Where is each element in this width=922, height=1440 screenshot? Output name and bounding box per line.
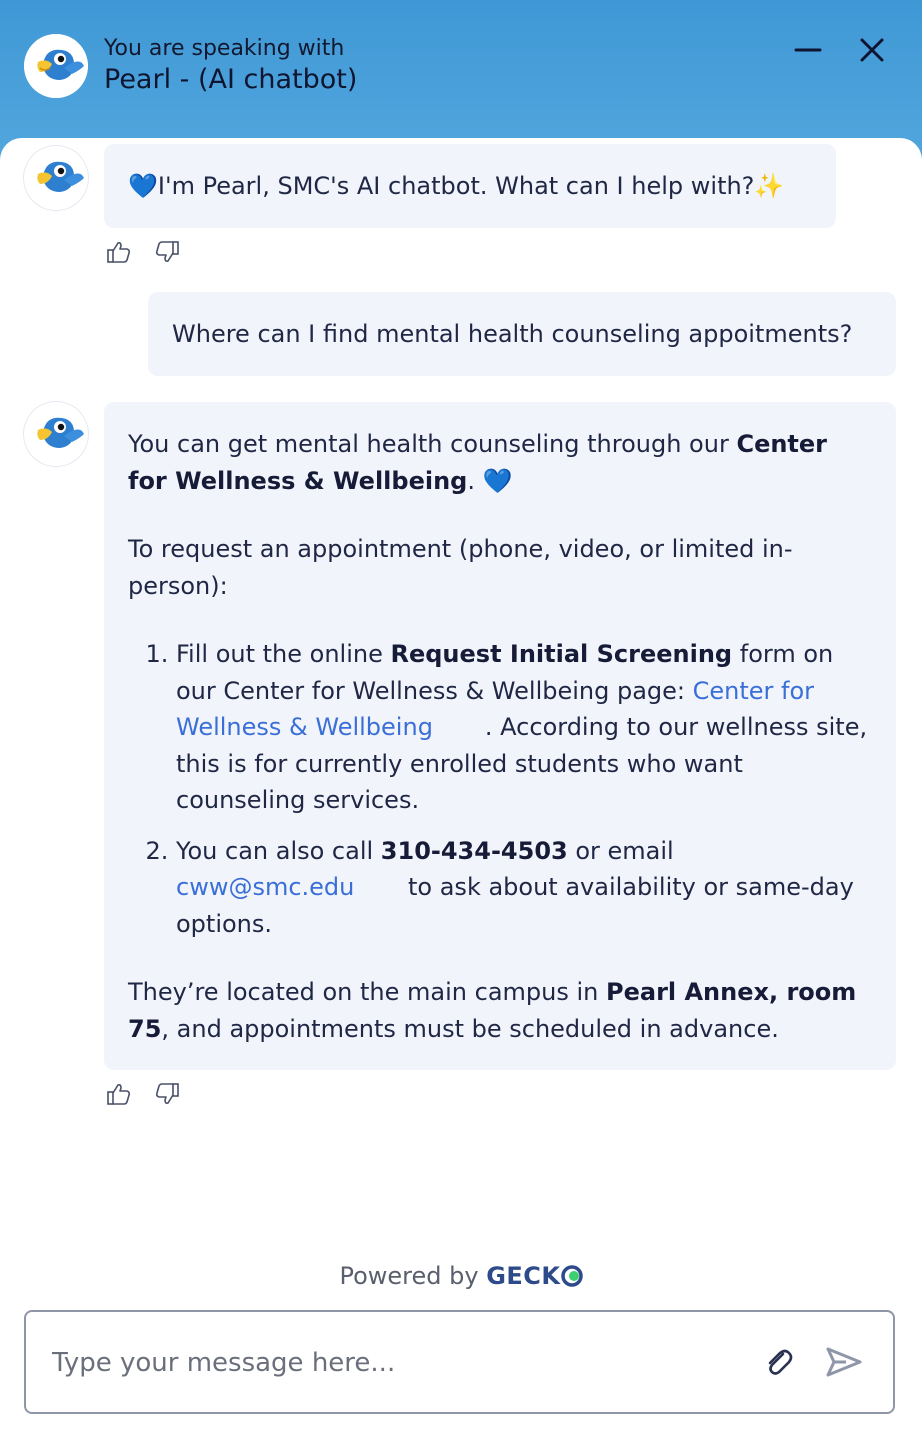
bot-message: 💙 I'm Pearl, SMC's AI chatbot. What can … <box>104 144 836 228</box>
chat-transcript: 💙 I'm Pearl, SMC's AI chatbot. What can … <box>0 138 922 1440</box>
thumbs-down-icon <box>155 1083 179 1104</box>
bot-message: You can get mental health counseling thr… <box>104 402 896 1070</box>
sparkles-emoji: ✨ <box>754 172 785 200</box>
paperclip-icon <box>768 1349 793 1375</box>
thumbs-up-button[interactable] <box>106 239 132 265</box>
user-message-text: Where can I find mental health counselin… <box>172 320 853 348</box>
thumbs-down-button[interactable] <box>154 239 180 265</box>
message-feedback <box>106 1081 180 1109</box>
close-button[interactable] <box>852 30 892 70</box>
powered-by: Powered by GECK <box>0 1262 922 1290</box>
bold-text: Request Initial Screening <box>390 640 733 668</box>
thumbs-down-icon <box>155 241 179 262</box>
text-run: You can get mental health counseling thr… <box>128 430 737 458</box>
user-message: Where can I find mental health counselin… <box>148 292 896 376</box>
text-run: . <box>467 466 483 495</box>
text-run: You can also call <box>176 836 381 865</box>
bot-avatar <box>24 402 88 466</box>
send-button[interactable] <box>824 1342 864 1382</box>
parrot-mascot-icon <box>24 34 88 98</box>
blue-heart-emoji: 💙 <box>128 172 158 200</box>
message-paragraph: To request an appointment (phone, video,… <box>128 535 793 600</box>
text-run: Fill out the online <box>176 640 391 668</box>
thumbs-down-button[interactable] <box>154 1081 180 1107</box>
bot-message-text: I'm Pearl, SMC's AI chatbot. What can I … <box>157 172 755 200</box>
text-run: , and appointments must be scheduled in … <box>161 1014 779 1043</box>
list-item: Fill out the online Request Initial Scre… <box>176 636 872 819</box>
minimize-icon <box>794 48 822 52</box>
powered-by-label: Powered by <box>339 1262 487 1290</box>
message-input[interactable] <box>50 1336 714 1390</box>
steps-list: Fill out the online Request Initial Scre… <box>128 636 872 942</box>
bot-avatar <box>24 146 88 210</box>
gecko-brand-text: GECK <box>486 1262 561 1290</box>
parrot-mascot-icon <box>37 417 84 448</box>
message-feedback <box>106 239 180 267</box>
text-run: They’re located on the main campus in <box>128 978 606 1006</box>
pearl-avatar <box>24 34 88 98</box>
thumbs-up-icon <box>107 242 131 263</box>
agent-name: Pearl - (AI chatbot) <box>104 64 358 95</box>
minimize-button[interactable] <box>788 30 828 70</box>
message-composer <box>24 1310 895 1414</box>
thumbs-up-button[interactable] <box>106 1081 132 1107</box>
chat-header: You are speaking with Pearl - (AI chatbo… <box>0 0 922 160</box>
speaking-with-label: You are speaking with <box>104 36 345 61</box>
text-run: or email <box>567 836 682 865</box>
parrot-mascot-icon <box>37 161 84 192</box>
attach-file-button[interactable] <box>758 1342 798 1382</box>
message-paragraph: They’re located on the main campus in Pe… <box>128 974 872 1047</box>
email-link[interactable]: cww@smc.edu <box>176 873 354 901</box>
list-item: You can also call 310-434-4503 or email … <box>176 833 872 943</box>
thumbs-up-icon <box>107 1084 131 1105</box>
phone-number: 310-434-4503 <box>380 836 568 865</box>
message-paragraph: You can get mental health counseling thr… <box>128 426 872 499</box>
blue-heart-emoji: 💙 <box>482 466 513 495</box>
gecko-logo[interactable]: GECK <box>486 1262 583 1290</box>
send-icon <box>826 1347 862 1377</box>
close-icon <box>860 38 884 62</box>
gecko-o-icon <box>560 1265 583 1287</box>
